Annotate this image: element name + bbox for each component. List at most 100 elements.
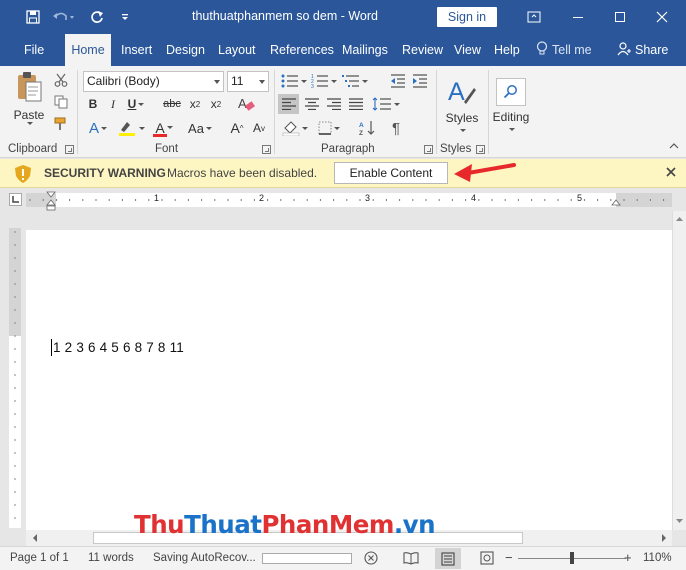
strikethrough-button[interactable]: abc (160, 95, 184, 113)
scroll-down-icon[interactable] (673, 516, 686, 526)
shading-icon[interactable] (280, 118, 310, 138)
chevron-down-icon (362, 79, 368, 83)
group-divider (274, 70, 275, 154)
bold-button[interactable]: B (84, 95, 102, 113)
paragraph-launcher-icon[interactable] (424, 145, 433, 154)
chevron-down-icon (138, 102, 145, 106)
tab-layout[interactable]: Layout (212, 34, 262, 66)
align-center-icon[interactable] (301, 94, 322, 114)
search-icon (496, 77, 526, 106)
sign-in-button[interactable]: Sign in (437, 7, 497, 27)
increase-indent-icon[interactable] (410, 71, 430, 91)
sort-icon[interactable]: AZ (356, 118, 378, 138)
paste-button[interactable]: Paste (10, 70, 48, 126)
document-text[interactable]: 1 2 3 6 4 5 6 8 7 8 11 (53, 340, 184, 355)
ruler-scale (26, 191, 672, 211)
maximize-icon[interactable] (608, 5, 632, 29)
borders-icon[interactable] (314, 118, 344, 138)
numbering-icon[interactable]: 123 (310, 71, 338, 91)
ruler-number: 1 (154, 193, 160, 203)
subscript-button[interactable]: x2 (186, 95, 204, 113)
clear-formatting-icon[interactable]: A (236, 94, 256, 114)
document-page[interactable] (26, 230, 672, 530)
tab-review[interactable]: Review (396, 34, 449, 66)
save-icon[interactable] (20, 7, 46, 27)
tab-insert[interactable]: Insert (115, 34, 158, 66)
tab-file[interactable]: File (18, 34, 50, 66)
watermark-part: Thu (134, 510, 185, 539)
print-layout-icon[interactable] (435, 548, 461, 569)
zoom-slider-thumb[interactable] (570, 552, 574, 564)
chevron-down-icon (509, 127, 515, 131)
tell-me-box[interactable]: Tell me (536, 34, 592, 66)
share-button[interactable]: Share (617, 34, 668, 66)
ribbon-tabs: File Home Insert Design Layout Reference… (0, 34, 686, 66)
chevron-down-icon (394, 102, 400, 106)
shrink-font-button[interactable]: Av (250, 118, 268, 138)
italic-button[interactable]: I (104, 95, 122, 113)
tab-help[interactable]: Help (488, 34, 526, 66)
read-mode-icon[interactable] (403, 551, 419, 568)
grow-font-button[interactable]: A ^ (228, 118, 246, 138)
text-effects-button[interactable]: A (84, 118, 112, 138)
web-layout-icon[interactable] (480, 551, 494, 568)
group-divider (488, 70, 489, 154)
tab-view[interactable]: View (448, 34, 487, 66)
superscript-button[interactable]: x2 (207, 95, 225, 113)
redo-icon[interactable] (84, 7, 110, 27)
line-spacing-icon[interactable] (368, 94, 404, 114)
watermark-part: PhanMem (261, 510, 394, 539)
cut-icon[interactable] (52, 71, 70, 89)
bullets-icon[interactable] (280, 71, 308, 91)
format-painter-icon[interactable] (52, 115, 70, 133)
horizontal-ruler: 1 2 3 4 5 (0, 189, 686, 211)
zoom-level[interactable]: 110% (643, 552, 672, 564)
font-color-button[interactable]: A (150, 118, 178, 138)
vertical-scrollbar[interactable] (672, 211, 686, 530)
tab-mailings[interactable]: Mailings (336, 34, 394, 66)
page-count[interactable]: Page 1 of 1 (10, 552, 69, 564)
highlight-color-button[interactable] (115, 118, 147, 138)
font-name-combo[interactable]: Calibri (Body) (83, 71, 224, 92)
enable-content-button[interactable]: Enable Content (334, 162, 448, 184)
align-left-icon[interactable] (278, 94, 299, 114)
styles-launcher-icon[interactable] (476, 145, 485, 154)
change-case-button[interactable]: Aa (185, 118, 215, 138)
cancel-save-icon[interactable] (364, 551, 378, 568)
underline-button[interactable]: U (126, 95, 146, 113)
show-formatting-icon[interactable]: ¶ (386, 118, 406, 138)
font-size-combo[interactable]: 11 (227, 71, 269, 92)
svg-text:3: 3 (311, 84, 314, 88)
svg-text:A: A (448, 78, 465, 106)
chevron-down-icon (460, 129, 466, 132)
customize-icon[interactable] (112, 7, 138, 27)
vertical-ruler (9, 228, 21, 528)
word-count[interactable]: 11 words (88, 552, 134, 564)
justify-icon[interactable] (345, 94, 366, 114)
editing-button[interactable]: Editing (492, 70, 530, 138)
align-right-icon[interactable] (323, 94, 344, 114)
font-launcher-icon[interactable] (262, 145, 271, 154)
close-icon[interactable] (666, 166, 676, 180)
close-icon[interactable] (650, 5, 674, 29)
styles-button[interactable]: A Styles (441, 70, 483, 138)
person-icon (617, 41, 631, 59)
minimize-icon[interactable] (566, 5, 590, 29)
collapse-ribbon-icon[interactable] (668, 140, 680, 152)
clipboard-launcher-icon[interactable] (65, 145, 74, 154)
undo-icon[interactable] (50, 7, 76, 27)
scroll-up-icon[interactable] (673, 214, 686, 224)
decrease-indent-icon[interactable] (388, 71, 408, 91)
chevron-down-icon (214, 80, 220, 84)
zoom-in-icon[interactable]: + (624, 550, 632, 565)
tab-references[interactable]: References (264, 34, 340, 66)
copy-icon[interactable] (52, 93, 70, 111)
scroll-right-icon[interactable] (659, 530, 669, 546)
multilevel-list-icon[interactable] (340, 71, 370, 91)
zoom-out-icon[interactable]: − (505, 550, 513, 565)
tab-home[interactable]: Home (65, 34, 111, 66)
scroll-left-icon[interactable] (30, 530, 40, 546)
tab-design[interactable]: Design (160, 34, 211, 66)
chevron-down-icon (331, 79, 337, 83)
ribbon-display-icon[interactable] (522, 5, 546, 29)
